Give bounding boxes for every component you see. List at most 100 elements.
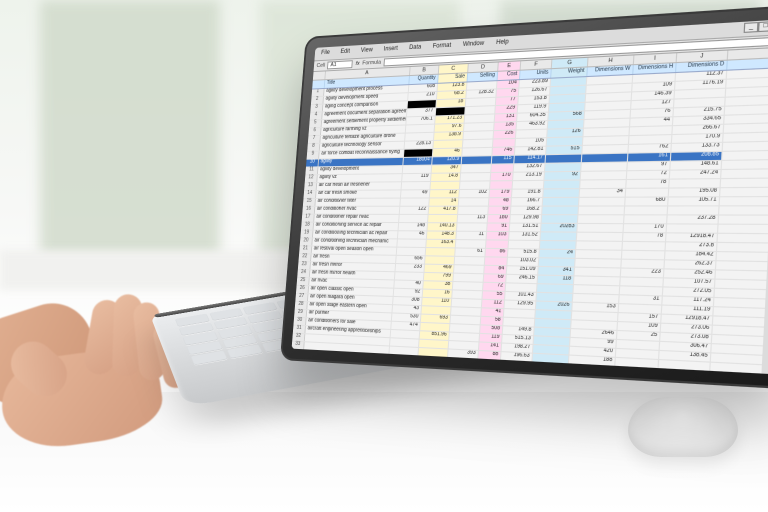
cell[interactable]: 148 xyxy=(399,223,428,230)
cell[interactable] xyxy=(544,180,581,188)
cell[interactable] xyxy=(504,309,536,318)
cell[interactable] xyxy=(464,123,495,131)
cell[interactable]: 228.13 xyxy=(405,141,434,149)
cell[interactable]: 123.8 xyxy=(438,82,468,90)
fx-icon[interactable]: fx xyxy=(355,61,359,67)
row-number[interactable]: 22 xyxy=(299,254,312,261)
cell[interactable] xyxy=(584,127,631,136)
cell[interactable] xyxy=(549,103,586,112)
cell[interactable] xyxy=(572,311,619,320)
cell[interactable]: 115 xyxy=(492,156,515,164)
cell[interactable] xyxy=(576,250,623,258)
cell[interactable] xyxy=(542,207,579,215)
cell[interactable] xyxy=(581,171,628,179)
cell[interactable] xyxy=(579,198,626,206)
cell[interactable]: 92 xyxy=(394,289,423,297)
cell[interactable] xyxy=(577,233,624,241)
row-number[interactable]: 18 xyxy=(301,223,314,230)
cell[interactable]: 119 xyxy=(402,174,431,181)
active-cell-box[interactable]: A1 xyxy=(327,60,353,69)
cell[interactable] xyxy=(534,336,571,345)
cell[interactable]: air festival open season open xyxy=(312,246,398,254)
cell[interactable]: 273.8 xyxy=(666,242,718,251)
cell[interactable]: 246.15 xyxy=(506,275,538,283)
cell[interactable] xyxy=(465,114,496,122)
cell[interactable]: 103 xyxy=(487,232,510,240)
cell[interactable] xyxy=(674,98,726,108)
cell[interactable]: agility xyxy=(318,158,403,166)
cell[interactable]: air conditioner filter xyxy=(315,199,401,206)
cell[interactable] xyxy=(417,365,447,374)
cell[interactable]: 297.26 xyxy=(436,107,466,115)
cell[interactable] xyxy=(509,241,541,249)
cell[interactable] xyxy=(624,215,668,223)
cell[interactable] xyxy=(463,139,494,147)
cell[interactable]: 148.3 xyxy=(427,231,457,239)
cell[interactable]: 34 xyxy=(532,362,569,372)
cell[interactable]: 18004 xyxy=(403,157,432,165)
field-header-b[interactable]: Quantity xyxy=(409,75,438,84)
cell[interactable]: 135 xyxy=(494,122,517,130)
cell[interactable]: 233 xyxy=(396,264,425,272)
cell[interactable] xyxy=(584,119,631,128)
cell[interactable]: 148.61 xyxy=(670,161,722,170)
row-number[interactable]: 17 xyxy=(302,215,315,222)
cell[interactable] xyxy=(463,131,494,139)
cell[interactable]: 146.39 xyxy=(632,91,675,100)
cell[interactable]: 656 xyxy=(396,256,425,264)
cell[interactable] xyxy=(455,257,486,265)
cell[interactable]: 170 xyxy=(491,173,514,181)
cell[interactable]: 166.7 xyxy=(511,198,543,206)
cell[interactable]: 41 xyxy=(481,308,504,316)
cell[interactable]: 746 xyxy=(492,147,515,155)
cell[interactable] xyxy=(389,355,419,364)
cell[interactable]: 151.09 xyxy=(507,266,539,274)
cell[interactable]: 308 xyxy=(393,297,423,305)
cell[interactable]: 76 xyxy=(631,108,674,117)
cell[interactable]: 213.19 xyxy=(513,172,545,180)
cell[interactable] xyxy=(419,340,449,349)
cell[interactable] xyxy=(477,368,500,374)
cell[interactable]: 69 xyxy=(484,274,507,282)
cell[interactable]: air conditioning technician mechanic xyxy=(312,238,398,246)
cell[interactable]: 126.67 xyxy=(519,87,551,96)
cell[interactable]: 68.2 xyxy=(437,91,467,99)
cell[interactable] xyxy=(418,348,448,357)
cell[interactable]: 131.51 xyxy=(510,224,542,232)
cell[interactable]: 16 xyxy=(423,290,453,298)
cell[interactable] xyxy=(536,293,573,302)
cell[interactable] xyxy=(390,338,420,347)
cell[interactable] xyxy=(389,347,419,356)
field-header-e[interactable]: Cost xyxy=(498,71,521,80)
cell[interactable] xyxy=(503,318,535,327)
cell[interactable] xyxy=(452,299,483,307)
cell[interactable] xyxy=(428,215,458,222)
cell[interactable] xyxy=(573,294,620,303)
cell[interactable]: 530 xyxy=(392,313,422,321)
cell[interactable] xyxy=(421,306,451,314)
table-row[interactable]: 15air conditioner filter1448166.7680105.… xyxy=(303,197,768,207)
cell[interactable]: 78 xyxy=(623,233,667,241)
cell[interactable] xyxy=(578,215,625,223)
cell[interactable]: 184.42 xyxy=(665,251,717,260)
cell[interactable] xyxy=(659,360,711,371)
cell[interactable] xyxy=(629,135,672,144)
cell[interactable] xyxy=(462,156,493,164)
cell[interactable]: 191.8 xyxy=(512,189,544,197)
menu-item-help[interactable]: Help xyxy=(493,38,512,48)
cell[interactable] xyxy=(580,180,627,188)
cell[interactable] xyxy=(405,133,434,141)
cell[interactable] xyxy=(478,360,501,369)
cell[interactable]: 608 xyxy=(409,84,438,92)
cell[interactable] xyxy=(532,354,569,364)
cell[interactable]: 129.95 xyxy=(504,300,536,309)
cell[interactable] xyxy=(460,181,491,189)
cell[interactable] xyxy=(669,179,721,187)
row-number[interactable]: 21 xyxy=(299,246,312,253)
cell[interactable] xyxy=(491,164,514,172)
cell[interactable] xyxy=(391,330,421,339)
cell[interactable] xyxy=(465,106,496,114)
cell[interactable]: 171.23 xyxy=(435,115,465,123)
menu-item-view[interactable]: View xyxy=(358,46,376,56)
cell[interactable]: 38 xyxy=(423,281,453,289)
